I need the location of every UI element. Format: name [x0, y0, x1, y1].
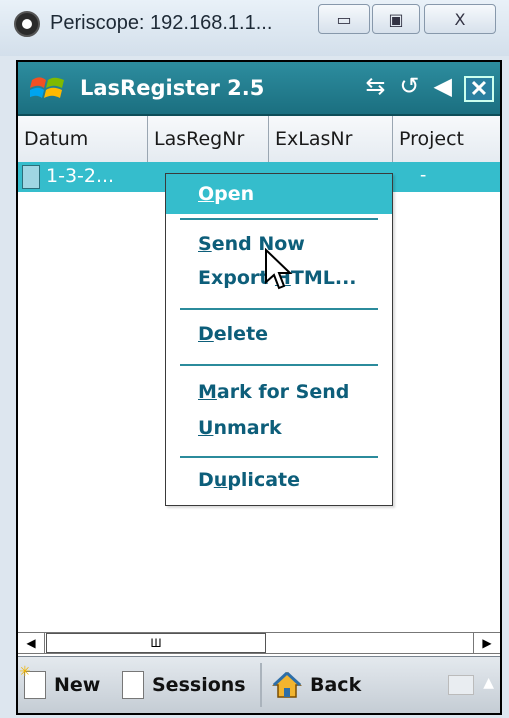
horizontal-scrollbar[interactable]: ◀ Ш ▶	[18, 632, 500, 654]
sync-icon[interactable]: ↺	[399, 75, 419, 99]
eye-icon	[14, 11, 40, 37]
context-menu: Open Send Now Export H TML... Delete Mark…	[165, 173, 393, 506]
softkey-bar: New Sessions Back ▲	[18, 656, 500, 713]
app-title: LasRegister 2.5	[80, 76, 265, 100]
menu-item-open[interactable]: Open	[166, 174, 392, 214]
cell-datum: 1-3-2...	[46, 165, 115, 187]
device-screen: LasRegister 2.5 ⇆ ↺ ◀ ✕ Datum LasRegNr E…	[16, 60, 502, 715]
new-button[interactable]: New	[19, 664, 101, 705]
maximize-button[interactable]: ▣	[372, 4, 420, 34]
menu-separator	[180, 218, 378, 220]
chevron-up-icon[interactable]: ▲	[483, 675, 494, 691]
close-window-button[interactable]: X	[424, 4, 496, 34]
close-icon: X	[454, 9, 466, 29]
column-header-exlasnr[interactable]: ExLasNr	[269, 116, 393, 162]
menu-separator	[180, 364, 378, 366]
menu-separator	[180, 308, 378, 310]
connectivity-icon[interactable]: ⇆	[365, 75, 385, 99]
document-icon	[122, 671, 144, 699]
mouse-cursor-icon	[265, 248, 293, 290]
maximize-icon: ▣	[388, 9, 404, 29]
table-header: Datum LasRegNr ExLasNr Project	[18, 116, 500, 163]
menu-item-unmark[interactable]: Unmark	[166, 410, 392, 446]
host-titlebar: Periscope: 192.168.1.1... ▭ ▣ X	[0, 0, 509, 56]
system-tray: ⇆ ↺ ◀	[365, 75, 452, 99]
new-label: New	[54, 674, 101, 696]
sessions-label: Sessions	[152, 674, 246, 696]
new-document-icon	[19, 664, 46, 699]
column-header-lasregnr[interactable]: LasRegNr	[148, 116, 269, 162]
arrow-right-icon: ▶	[482, 636, 492, 650]
close-icon: ✕	[469, 76, 489, 101]
windows-start-icon[interactable]	[30, 74, 66, 104]
minimize-icon: ▭	[336, 9, 352, 29]
volume-icon[interactable]: ◀	[434, 75, 452, 99]
menu-item-duplicate[interactable]: Du plicate	[166, 462, 392, 498]
document-icon	[22, 165, 40, 189]
cell-project: -	[420, 165, 427, 186]
column-header-datum[interactable]: Datum	[18, 116, 148, 162]
back-button[interactable]: Back	[272, 665, 361, 705]
sessions-button[interactable]: Sessions	[122, 665, 246, 705]
scroll-right-button[interactable]: ▶	[473, 633, 500, 653]
scroll-left-button[interactable]: ◀	[18, 633, 45, 653]
menu-item-delete[interactable]: Delete	[166, 316, 392, 352]
host-window-title: Periscope: 192.168.1.1...	[50, 12, 273, 34]
menu-item-mark-for-send[interactable]: Mark for Send	[166, 374, 392, 410]
app-close-button[interactable]: ✕	[464, 76, 494, 102]
arrow-left-icon: ◀	[26, 636, 36, 650]
keyboard-icon[interactable]	[448, 675, 474, 695]
app-taskbar: LasRegister 2.5 ⇆ ↺ ◀ ✕	[18, 62, 500, 116]
menu-separator	[180, 456, 378, 458]
grip-icon: Ш	[150, 636, 162, 650]
minimize-button[interactable]: ▭	[318, 4, 370, 34]
column-header-project[interactable]: Project	[393, 116, 500, 162]
softkey-divider	[260, 663, 262, 707]
home-icon	[272, 671, 302, 698]
back-label: Back	[310, 674, 362, 696]
scroll-thumb[interactable]: Ш	[46, 633, 266, 653]
